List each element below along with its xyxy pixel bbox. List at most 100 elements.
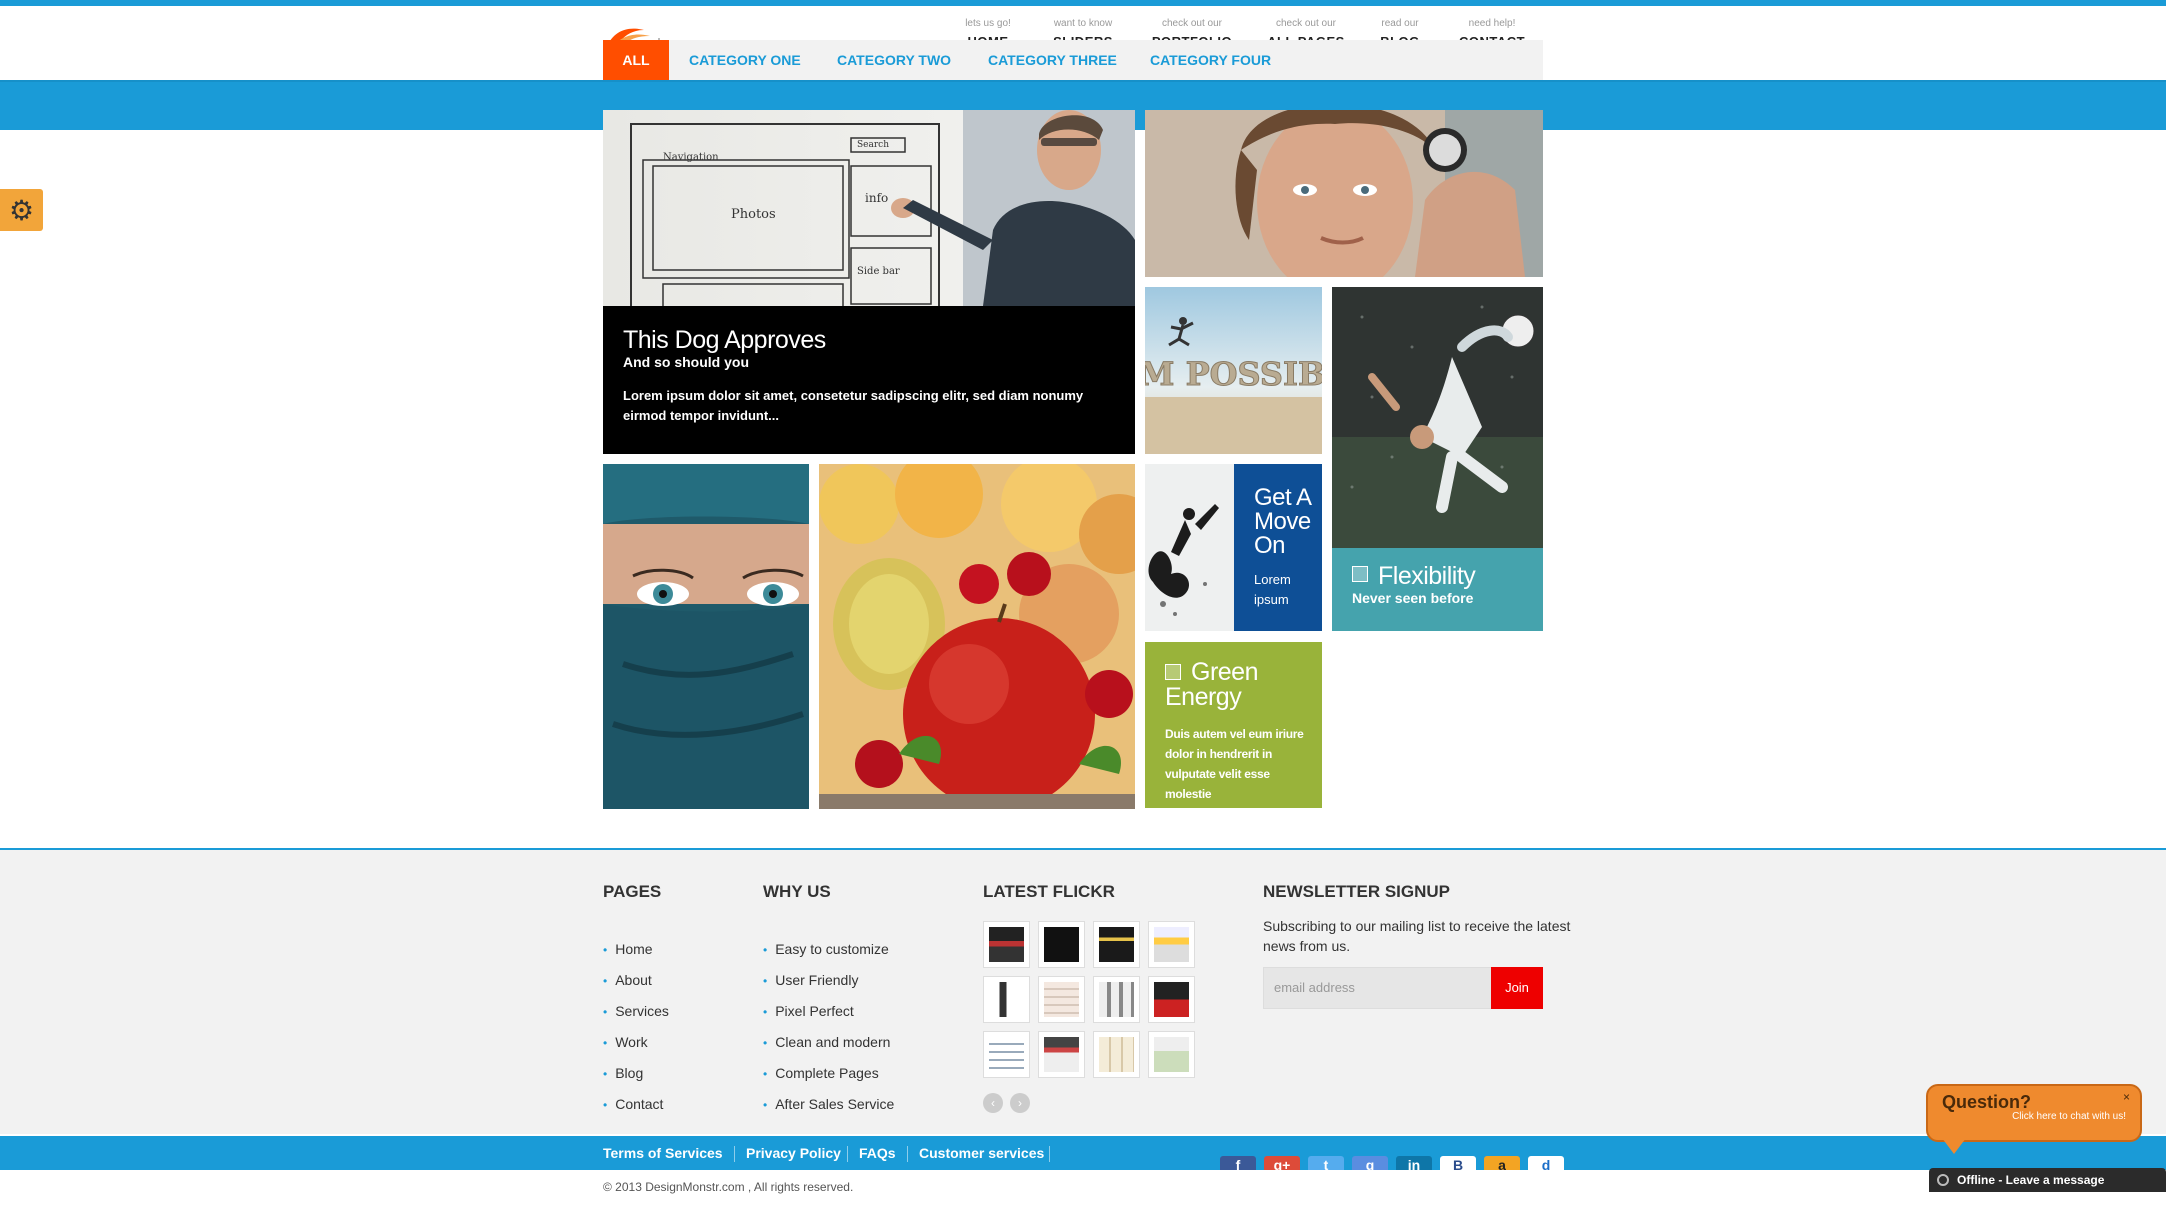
- why-item[interactable]: Pixel Perfect: [763, 996, 894, 1027]
- tile-move-image[interactable]: [1145, 464, 1234, 631]
- amazon-icon[interactable]: a: [1484, 1156, 1520, 1170]
- apples-cherries-image: [819, 464, 1135, 809]
- flickr-thumb[interactable]: [1148, 921, 1195, 968]
- flickr-thumb[interactable]: [1093, 921, 1140, 968]
- man-portrait-image: [1145, 110, 1543, 277]
- nav-portfolio[interactable]: check out our PORTFOLIO: [1137, 18, 1247, 40]
- footer-link-home[interactable]: Home: [603, 934, 669, 965]
- nav-portfolio-label: PORTFOLIO: [1137, 30, 1247, 40]
- tile-flexibility-caption[interactable]: Flexibility Never seen before: [1332, 548, 1543, 631]
- blogger-icon[interactable]: B: [1440, 1156, 1476, 1170]
- why-us-list: Easy to customize User Friendly Pixel Pe…: [763, 934, 894, 1120]
- flexibility-title: Flexibility: [1378, 562, 1476, 590]
- tile-soccer-image[interactable]: [1332, 287, 1543, 548]
- flickr-thumb[interactable]: [1093, 1031, 1140, 1078]
- flickr-thumb[interactable]: [1038, 921, 1085, 968]
- customer-services-link[interactable]: Customer services: [919, 1145, 1044, 1161]
- nav-sliders[interactable]: want to know SLIDERS: [1028, 18, 1138, 40]
- jumping-man-image: [1145, 464, 1234, 631]
- why-item[interactable]: After Sales Service: [763, 1089, 894, 1120]
- svg-text:info: info: [865, 191, 888, 205]
- tile-portrait-image[interactable]: [1145, 110, 1543, 277]
- chat-bubble-tail: [1942, 1138, 1966, 1154]
- nav-home-label: HOME: [933, 30, 1043, 40]
- flexibility-subtitle: Never seen before: [1352, 590, 1474, 606]
- filter-category-three[interactable]: CATEGORY THREE: [988, 40, 1117, 80]
- tile-possible-image[interactable]: M POSSIBL: [1145, 287, 1322, 454]
- chat-offline-label: Offline - Leave a message: [1957, 1173, 2105, 1187]
- newsletter-description: Subscribing to our mailing list to recei…: [1263, 918, 1571, 954]
- soccer-player-image: [1332, 287, 1543, 548]
- broken-image-icon: [1165, 664, 1181, 680]
- nav-sliders-label: SLIDERS: [1028, 30, 1138, 40]
- why-item[interactable]: Clean and modern: [763, 1027, 894, 1058]
- why-item[interactable]: Easy to customize: [763, 934, 894, 965]
- google-plus-icon[interactable]: g+: [1264, 1156, 1300, 1170]
- veiled-woman-image: [603, 464, 809, 809]
- wireframe-sketch-image: Photos info Side bar Navigation Search: [603, 110, 1135, 306]
- tile-dog-caption[interactable]: This Dog Approves And so should you Lore…: [603, 306, 1135, 454]
- flickr-prev-icon[interactable]: ‹: [983, 1093, 1003, 1113]
- link-divider: [1049, 1146, 1050, 1162]
- flickr-next-icon[interactable]: ›: [1010, 1093, 1030, 1113]
- nav-contact-label: CONTACT: [1437, 30, 1547, 40]
- link-divider: [907, 1146, 908, 1162]
- why-item[interactable]: User Friendly: [763, 965, 894, 996]
- footer-link-about[interactable]: About: [603, 965, 669, 996]
- filter-category-one[interactable]: CATEGORY ONE: [689, 40, 801, 80]
- move-tile-title: Get A Move On: [1254, 484, 1311, 559]
- green-energy-text: Duis autem vel eum iriure dolor in hendr…: [1165, 727, 1304, 801]
- flickr-gallery: [983, 921, 1203, 1078]
- broken-image-icon: [1352, 566, 1368, 582]
- chat-offline-bar[interactable]: Offline - Leave a message: [1929, 1168, 2166, 1192]
- footer-link-blog[interactable]: Blog: [603, 1058, 669, 1089]
- why-us-heading: WHY US: [763, 882, 831, 901]
- filter-category-two[interactable]: CATEGORY TWO: [837, 40, 951, 80]
- offline-status-icon: [1937, 1174, 1949, 1186]
- terms-link[interactable]: Terms of Services: [603, 1145, 723, 1161]
- footer-link-services[interactable]: Services: [603, 996, 669, 1027]
- dropbox-icon[interactable]: d: [1528, 1156, 1564, 1170]
- pages-heading: PAGES: [603, 882, 662, 901]
- nav-contact[interactable]: need help! CONTACT: [1437, 18, 1547, 40]
- tile-wireframe-image[interactable]: Photos info Side bar Navigation Search: [603, 110, 1135, 306]
- link-divider: [734, 1146, 735, 1162]
- footer-link-contact[interactable]: Contact: [603, 1089, 669, 1120]
- why-item[interactable]: Complete Pages: [763, 1058, 894, 1089]
- tile-fruit-image[interactable]: [819, 464, 1135, 809]
- flickr-thumb[interactable]: [1148, 1031, 1195, 1078]
- flickr-thumb[interactable]: [983, 921, 1030, 968]
- tile-green-energy[interactable]: Green Energy Duis autem vel eum iriure d…: [1145, 642, 1322, 808]
- close-icon[interactable]: ×: [2123, 1090, 2130, 1104]
- chat-question-bubble[interactable]: Question? Click here to chat with us! ×: [1926, 1084, 2142, 1142]
- flickr-thumb[interactable]: [983, 976, 1030, 1023]
- dog-tile-subtitle: And so should you: [623, 354, 749, 370]
- top-accent-stripe: [0, 0, 2166, 6]
- google-icon[interactable]: g: [1352, 1156, 1388, 1170]
- flickr-thumb[interactable]: [1038, 1031, 1085, 1078]
- flickr-thumb[interactable]: [1148, 976, 1195, 1023]
- bottom-bar: [0, 1136, 2166, 1170]
- flickr-thumb[interactable]: [983, 1031, 1030, 1078]
- filter-all[interactable]: ALL: [603, 40, 669, 80]
- flickr-thumb[interactable]: [1038, 976, 1085, 1023]
- pages-list: Home About Services Work Blog Contact: [603, 934, 669, 1120]
- move-tile-text: Lorem ipsum: [1254, 572, 1291, 607]
- tile-move-caption[interactable]: Get A Move On Lorem ipsum: [1234, 464, 1322, 631]
- newsletter-email-input[interactable]: email address: [1263, 967, 1491, 1009]
- tile-eyes-image[interactable]: [603, 464, 809, 809]
- nav-home[interactable]: lets us go! HOME: [933, 18, 1043, 40]
- newsletter-heading: NEWSLETTER SIGNUP: [1263, 882, 1451, 901]
- dog-tile-title: This Dog Approves: [623, 326, 826, 354]
- copyright: © 2013 DesignMonstr.com , All rights res…: [603, 1180, 854, 1194]
- gear-icon[interactable]: ⚙: [0, 189, 43, 231]
- newsletter-join-button[interactable]: Join: [1491, 967, 1543, 1009]
- linkedin-icon[interactable]: in: [1396, 1156, 1432, 1170]
- filter-category-four[interactable]: CATEGORY FOUR: [1150, 40, 1271, 80]
- twitter-icon[interactable]: t: [1308, 1156, 1344, 1170]
- privacy-link[interactable]: Privacy Policy: [746, 1145, 841, 1161]
- flickr-thumb[interactable]: [1093, 976, 1140, 1023]
- footer-link-work[interactable]: Work: [603, 1027, 669, 1058]
- faqs-link[interactable]: FAQs: [859, 1145, 896, 1161]
- facebook-icon[interactable]: f: [1220, 1156, 1256, 1170]
